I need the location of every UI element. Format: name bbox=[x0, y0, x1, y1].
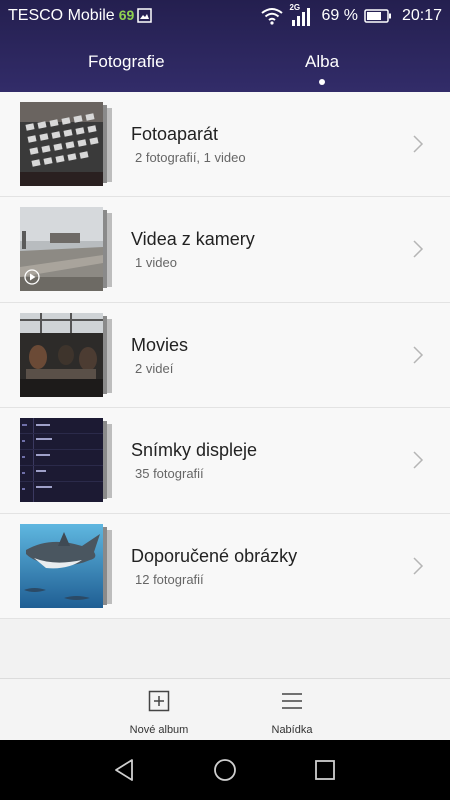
album-thumbnail bbox=[20, 312, 103, 397]
app-header: TESCO Mobile 69 2G 69 % 20:17 Fotografie… bbox=[0, 0, 450, 92]
album-row-recommended[interactable]: Doporučené obrázky 12 fotografií bbox=[0, 514, 450, 619]
cell-signal: 2G bbox=[289, 3, 311, 26]
new-album-button[interactable]: Nové album bbox=[104, 679, 214, 741]
recent-apps-icon[interactable] bbox=[312, 757, 338, 783]
album-title: Fotoaparát bbox=[131, 124, 219, 144]
album-thumbnail bbox=[20, 207, 103, 292]
system-nav-bar bbox=[0, 740, 450, 800]
album-thumbnail-stack bbox=[20, 312, 112, 397]
album-thumbnail bbox=[20, 523, 103, 608]
home-icon[interactable] bbox=[212, 757, 238, 783]
carrier-number: 69 bbox=[118, 7, 135, 23]
tab-bar: Fotografie Alba bbox=[0, 32, 450, 92]
battery-percent: 69 % bbox=[321, 7, 358, 24]
carrier-name: TESCO Mobile 69 bbox=[8, 7, 134, 25]
chevron-right-icon bbox=[413, 135, 424, 153]
status-icons: 2G 69 % 20:17 bbox=[261, 3, 442, 28]
battery-icon bbox=[364, 9, 391, 23]
album-subtitle: 2 fotografií, 1 video bbox=[135, 150, 246, 165]
add-album-icon bbox=[148, 690, 170, 712]
chevron-right-icon bbox=[413, 557, 424, 575]
album-row-camera-videos[interactable]: Videa z kamery 1 video bbox=[0, 197, 450, 303]
album-title: Videa z kamery bbox=[131, 229, 255, 250]
carrier-label: TESCO Mobile bbox=[8, 7, 115, 24]
album-thumbnail bbox=[20, 102, 103, 186]
album-subtitle: 2 videí bbox=[135, 360, 174, 376]
new-album-label: Nové album bbox=[129, 724, 189, 736]
menu-icon bbox=[282, 693, 302, 709]
gallery-notification-icon bbox=[137, 8, 152, 23]
album-title: Movies bbox=[131, 334, 189, 355]
album-thumbnail-stack bbox=[20, 102, 112, 186]
chevron-right-icon bbox=[413, 451, 424, 469]
album-subtitle: 35 fotografií bbox=[135, 466, 204, 482]
tab-selected-indicator bbox=[319, 79, 325, 85]
album-title: Snímky displeje bbox=[131, 440, 258, 461]
clock: 20:17 bbox=[401, 7, 442, 24]
album-thumbnail-stack bbox=[20, 523, 112, 608]
back-icon[interactable] bbox=[112, 757, 138, 783]
album-thumbnail-stack bbox=[20, 418, 112, 503]
bottom-toolbar: Nové album Nabídka bbox=[0, 678, 450, 740]
album-row-movies[interactable]: Movies 2 videí bbox=[0, 303, 450, 409]
album-row-camera[interactable]: Fotoaparát 2 fotografií, 1 video bbox=[0, 92, 450, 198]
chevron-right-icon bbox=[413, 240, 424, 258]
tab-albums[interactable]: Alba bbox=[305, 52, 339, 72]
album-title: Doporučené obrázky bbox=[131, 545, 298, 566]
signal-icon bbox=[292, 8, 311, 26]
chevron-right-icon bbox=[413, 346, 424, 364]
album-subtitle: 1 video bbox=[135, 255, 177, 271]
wifi-icon bbox=[261, 8, 284, 25]
album-thumbnail-stack bbox=[20, 207, 112, 292]
status-bar: TESCO Mobile 69 2G 69 % 20:17 bbox=[0, 0, 450, 32]
tab-photos[interactable]: Fotografie bbox=[88, 52, 165, 72]
menu-label: Nabídka bbox=[271, 724, 313, 736]
album-row-screenshots[interactable]: Snímky displeje 35 fotografií bbox=[0, 408, 450, 514]
album-subtitle: 12 fotografií bbox=[135, 571, 204, 587]
album-thumbnail bbox=[20, 418, 103, 503]
menu-button[interactable]: Nabídka bbox=[237, 679, 347, 741]
album-list: Fotoaparát 2 fotografií, 1 video Videa z… bbox=[0, 92, 450, 619]
